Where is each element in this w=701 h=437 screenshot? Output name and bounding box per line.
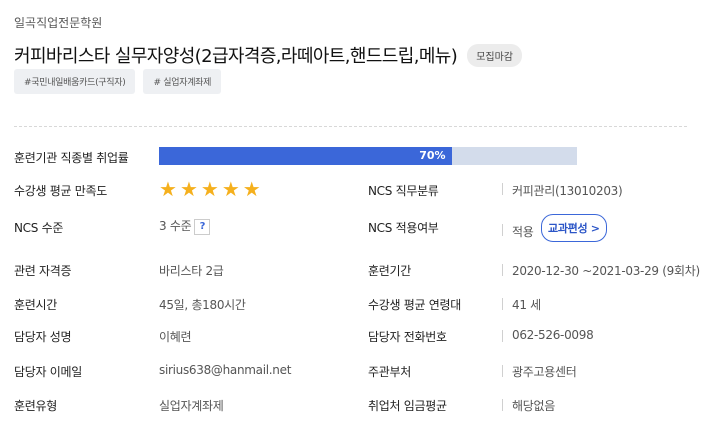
manager-email-value[interactable]: sirius638@hanmail.net xyxy=(159,363,291,377)
ncs-category-label: NCS 직무분류 xyxy=(368,184,439,198)
manager-email-label: 담당자 이메일 xyxy=(14,365,82,379)
avg-wage-label: 취업처 임금평균 xyxy=(368,399,447,413)
row-satisfaction: 수강생 평균 만족도 ★ ★ ★ ★ ★ NCS 직무분류 커피관리(13010203) xyxy=(0,179,701,199)
tag-list: #국민내일배움카드(구직자) # 실업자계좌제 xyxy=(14,69,222,94)
tag-account-system[interactable]: # 실업자계좌제 xyxy=(143,69,222,94)
help-icon[interactable]: ? xyxy=(194,218,211,235)
separator xyxy=(502,183,503,195)
training-type-label: 훈련유형 xyxy=(14,399,57,413)
manager-name-value: 이혜련 xyxy=(159,330,192,344)
avg-age-value: 41 세 xyxy=(512,298,541,312)
row-employment-rate: 훈련기관 직종별 취업률 70% xyxy=(0,147,701,167)
star-icon: ★ xyxy=(159,177,177,201)
curriculum-button[interactable]: 교과편성 > xyxy=(541,214,607,242)
row-hours: 훈련시간 45일, 총180시간 수강생 평균 연령대 41 세 xyxy=(0,294,701,314)
star-icon: ★ xyxy=(221,177,240,201)
star-icon: ★ xyxy=(179,177,198,201)
title-row: 커피바리스타 실무자양성(2급자격증,라떼아트,핸드드립,메뉴) 모집마감 xyxy=(14,42,522,68)
ncs-level-value-wrap: 3 수준? xyxy=(159,217,211,235)
employment-rate-value: 70% xyxy=(419,149,446,162)
separator xyxy=(502,399,503,411)
separator xyxy=(502,365,503,377)
separator xyxy=(502,224,503,236)
row-training-type: 훈련유형 실업자계좌제 취업처 임금평균 해당없음 xyxy=(0,395,701,415)
hours-label: 훈련시간 xyxy=(14,298,57,312)
separator xyxy=(502,298,503,310)
separator xyxy=(502,264,503,276)
star-icon: ★ xyxy=(242,177,261,201)
certificate-value: 바리스타 2급 xyxy=(159,264,224,278)
period-label: 훈련기간 xyxy=(368,264,411,278)
department-value: 광주고용센터 xyxy=(512,365,577,379)
star-icon: ★ xyxy=(200,177,219,201)
employment-rate-bar: 70% xyxy=(159,147,577,165)
course-title: 커피바리스타 실무자양성(2급자격증,라떼아트,핸드드립,메뉴) xyxy=(14,46,458,67)
certificate-label: 관련 자격증 xyxy=(14,264,72,278)
status-badge: 모집마감 xyxy=(467,43,522,67)
satisfaction-label: 수강생 평균 만족도 xyxy=(14,184,107,198)
hours-value: 45일, 총180시간 xyxy=(159,298,246,312)
avg-wage-value: 해당없음 xyxy=(512,399,555,413)
manager-phone-label: 담당자 전화번호 xyxy=(368,330,447,344)
row-email: 담당자 이메일 sirius638@hanmail.net 주관부처 광주고용센… xyxy=(0,361,701,381)
row-manager: 담당자 성명 이혜련 담당자 전화번호 062-526-0098 xyxy=(0,326,701,346)
ncs-applied-label: NCS 적용여부 xyxy=(368,221,439,235)
institution-name: 일곡직업전문학원 xyxy=(14,16,103,30)
manager-name-label: 담당자 성명 xyxy=(14,330,72,344)
manager-phone-value: 062-526-0098 xyxy=(512,328,594,342)
period-value: 2020-12-30 ~2021-03-29 (9회차) xyxy=(512,264,700,278)
divider xyxy=(14,126,687,127)
ncs-category-value: 커피관리(13010203) xyxy=(512,184,623,198)
satisfaction-stars: ★ ★ ★ ★ ★ xyxy=(159,179,261,199)
ncs-level-label: NCS 수준 xyxy=(14,221,64,235)
department-label: 주관부처 xyxy=(368,365,411,379)
ncs-level-value: 3 수준 xyxy=(159,219,192,233)
ncs-applied-value: 적용 xyxy=(512,225,534,239)
row-ncs-level: NCS 수준 3 수준? NCS 적용여부 적용 교과편성 > xyxy=(0,214,701,242)
employment-rate-label: 훈련기관 직종별 취업률 xyxy=(14,151,129,165)
tag-card-type[interactable]: #국민내일배움카드(구직자) xyxy=(14,69,136,94)
separator xyxy=(502,330,503,342)
avg-age-label: 수강생 평균 연령대 xyxy=(368,298,461,312)
row-certificate: 관련 자격증 바리스타 2급 훈련기간 2020-12-30 ~2021-03-… xyxy=(0,260,701,280)
training-type-value: 실업자계좌제 xyxy=(159,399,224,413)
